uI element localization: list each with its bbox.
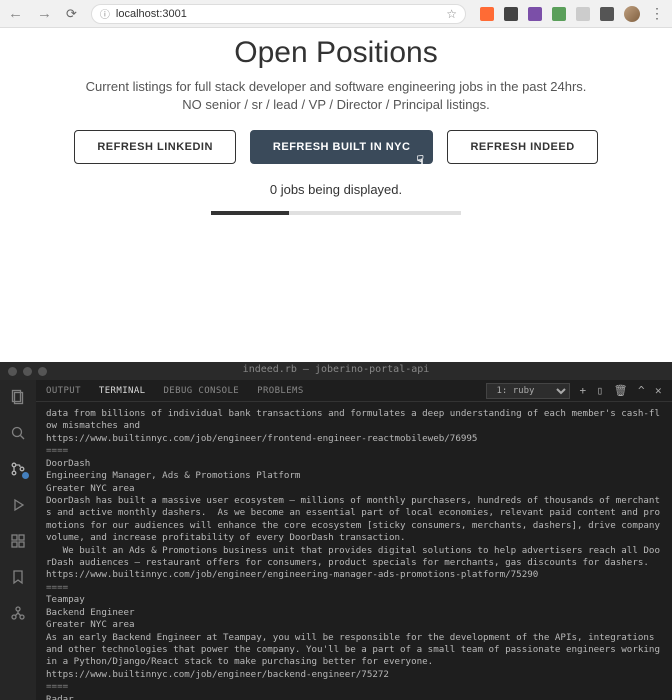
trash-icon[interactable]: 🗑 (614, 384, 628, 397)
terminal-output[interactable]: data from billions of individual bank tr… (36, 402, 672, 700)
page-title: Open Positions (20, 36, 652, 70)
terminal-controls: 1: ruby + ▯ 🗑 ^ ✕ (486, 383, 663, 399)
panel-tabs: OUTPUT TERMINAL DEBUG CONSOLE PROBLEMS 1… (36, 380, 672, 402)
info-icon: ⓘ (100, 6, 110, 21)
extension-icon[interactable] (528, 7, 542, 21)
close-icon[interactable]: ✕ (655, 384, 662, 397)
browser-toolbar: ← → ⟳ ⓘ localhost:3001 ☆ ⋮ (0, 0, 672, 28)
menu-icon[interactable]: ⋮ (650, 5, 664, 22)
job-count-status: 0 jobs being displayed. (20, 182, 652, 197)
source-control-icon[interactable] (9, 460, 27, 478)
explorer-icon[interactable] (9, 388, 27, 406)
tab-output[interactable]: OUTPUT (46, 386, 81, 396)
page-subtitle: Current listings for full stack develope… (20, 78, 652, 114)
split-terminal-icon[interactable]: ▯ (597, 384, 604, 397)
page-content: Open Positions Current listings for full… (0, 28, 672, 362)
reload-icon[interactable]: ⟳ (66, 6, 77, 22)
url-text: localhost:3001 (116, 8, 187, 20)
refresh-indeed-button[interactable]: REFRESH INDEED (447, 130, 597, 164)
tab-debug-console[interactable]: DEBUG CONSOLE (163, 386, 239, 396)
panel: OUTPUT TERMINAL DEBUG CONSOLE PROBLEMS 1… (36, 380, 672, 700)
debug-icon[interactable] (9, 496, 27, 514)
forward-icon[interactable]: → (37, 5, 52, 22)
bookmark-icon[interactable] (9, 568, 27, 586)
refresh-builtinnyc-button[interactable]: REFRESH BUILT IN NYC ☟ (250, 130, 434, 164)
progress-bar (211, 211, 461, 215)
window-title: indeed.rb — joberino-portal-api (0, 364, 672, 375)
extension-icon[interactable] (480, 7, 494, 21)
extension-icon[interactable] (600, 7, 614, 21)
tab-terminal[interactable]: TERMINAL (99, 386, 146, 396)
extension-icon[interactable] (504, 7, 518, 21)
activity-bar (0, 380, 36, 700)
terminal-selector[interactable]: 1: ruby (486, 383, 570, 399)
extension-icons: ⋮ (480, 5, 664, 22)
tab-problems[interactable]: PROBLEMS (257, 386, 304, 396)
progress-fill (211, 211, 289, 215)
new-terminal-icon[interactable]: + (580, 384, 587, 397)
chevron-up-icon[interactable]: ^ (638, 384, 645, 397)
refresh-linkedin-button[interactable]: REFRESH LINKEDIN (74, 130, 236, 164)
extensions-icon[interactable] (9, 532, 27, 550)
profile-avatar[interactable] (624, 6, 640, 22)
address-bar[interactable]: ⓘ localhost:3001 ☆ (91, 4, 466, 24)
extension-icon[interactable] (576, 7, 590, 21)
back-icon[interactable]: ← (8, 5, 23, 22)
code-editor: indeed.rb — joberino-portal-api (0, 362, 672, 700)
extension-icon[interactable] (552, 7, 566, 21)
refresh-buttons: REFRESH LINKEDIN REFRESH BUILT IN NYC ☟ … (20, 130, 652, 164)
cursor-pointer-icon: ☟ (417, 153, 425, 167)
tree-icon[interactable] (9, 604, 27, 622)
bookmark-star-icon[interactable]: ☆ (446, 7, 457, 21)
search-icon[interactable] (9, 424, 27, 442)
